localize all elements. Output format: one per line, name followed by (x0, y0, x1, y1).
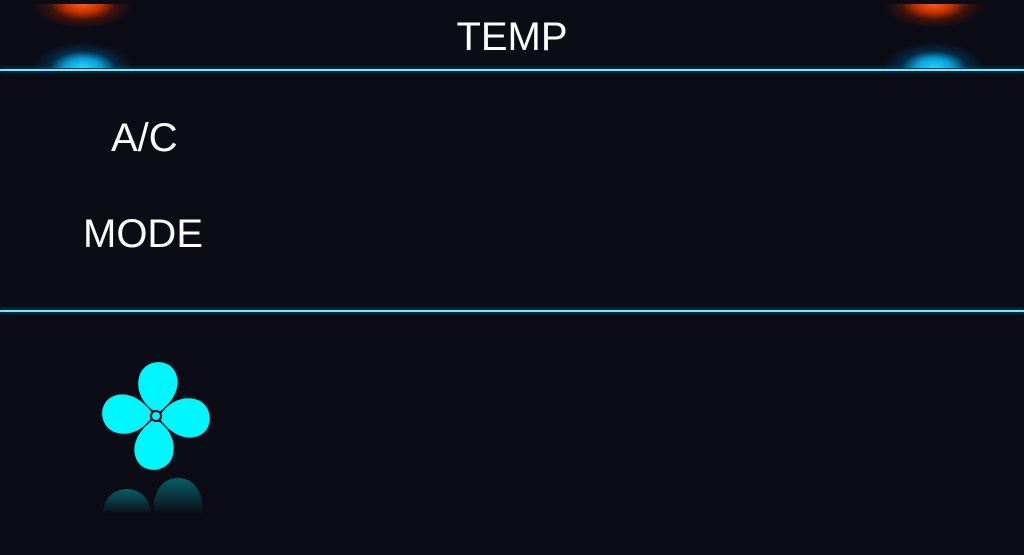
right-temperature-control[interactable] (884, 0, 984, 68)
middle-divider (0, 310, 1024, 312)
right-temp-down-icon[interactable] (884, 42, 984, 68)
right-temp-up-icon[interactable] (884, 4, 984, 28)
fan-icon (102, 362, 210, 514)
climate-control-screen: TEMP A/C MODE (0, 0, 1024, 555)
ac-button[interactable]: A/C (111, 115, 178, 161)
fan-reflection (103, 478, 203, 514)
top-divider (0, 69, 1024, 71)
mode-button[interactable]: MODE (83, 211, 203, 257)
fan-button[interactable] (99, 358, 215, 518)
header: TEMP (0, 0, 1024, 69)
page-title: TEMP (456, 15, 568, 59)
